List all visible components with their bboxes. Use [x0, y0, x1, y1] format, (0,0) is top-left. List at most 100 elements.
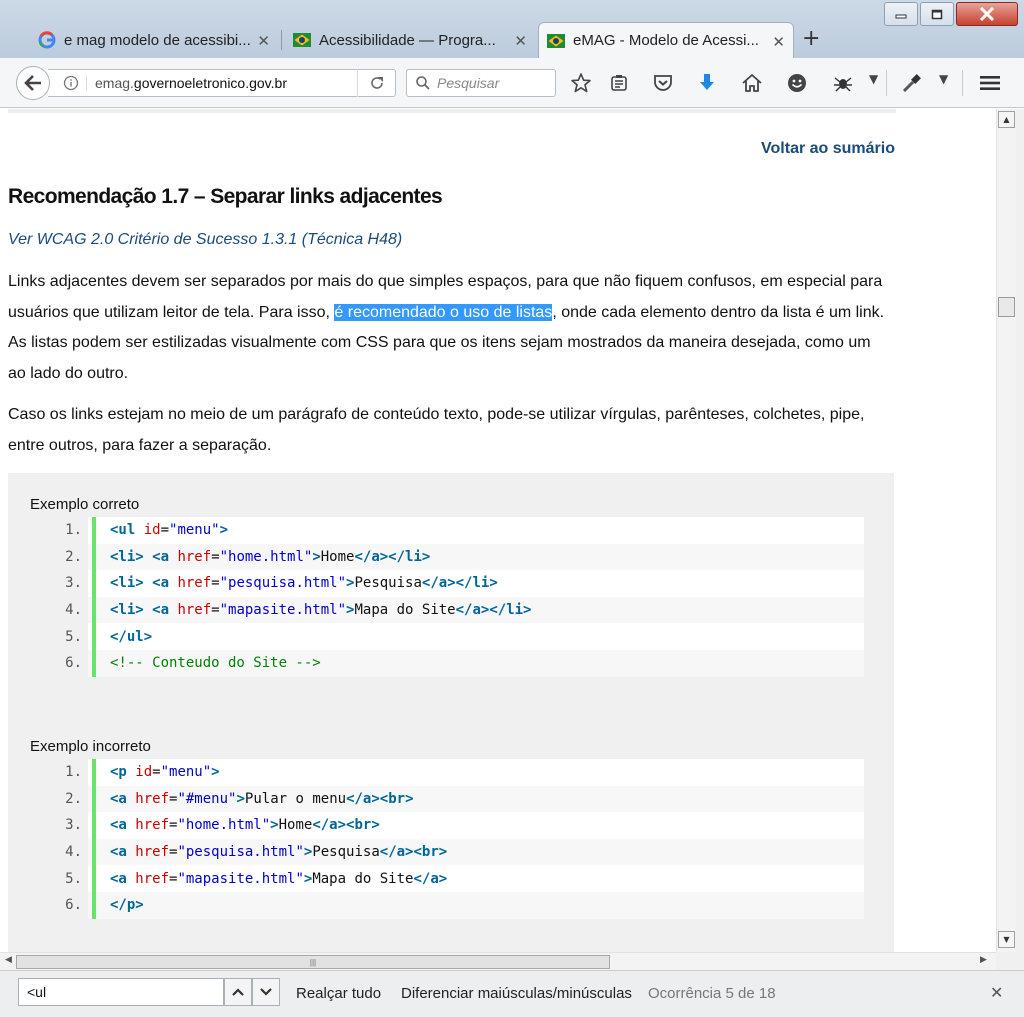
close-icon — [979, 7, 995, 21]
menu-button[interactable] — [977, 70, 1003, 96]
text-selection-highlight: é recomendado o uso de listas — [334, 303, 553, 321]
code-text: <a href="#menu">Pular o menu</a><br> — [96, 791, 414, 807]
close-icon[interactable]: ✕ — [514, 32, 527, 50]
reload-button[interactable] — [357, 69, 395, 97]
match-case-toggle[interactable]: Diferenciar maiúsculas/minúsculas — [401, 985, 632, 1002]
search-placeholder: Pesquisar — [437, 75, 500, 91]
chevron-down-icon[interactable]: ▼ — [869, 72, 878, 86]
code-token: <a — [110, 870, 136, 887]
code-token: Pesquisa — [354, 575, 422, 592]
smiley-icon — [788, 74, 806, 92]
tab-title: e mag modelo de acessibi... — [64, 31, 251, 49]
tab-strip: e mag modelo de acessibi... ✕ Acessibili… — [0, 0, 1024, 58]
horizontal-scrollbar[interactable]: ◀ ||| ▶ — [0, 952, 996, 970]
tab-google-search[interactable]: e mag modelo de acessibi... ✕ — [30, 22, 278, 58]
find-next-button[interactable] — [252, 978, 280, 1006]
code-line: 3. <li> <a href="pesquisa.html">Pesquisa<… — [30, 570, 864, 597]
back-to-summary-link[interactable]: Voltar ao sumário — [761, 140, 895, 158]
minimize-button[interactable] — [884, 2, 918, 26]
code-line: 1. <p id="menu"> — [30, 759, 864, 786]
close-icon[interactable]: ✕ — [772, 33, 785, 51]
chevron-down-icon[interactable]: ▼ — [939, 72, 948, 86]
line-number: 6. — [30, 891, 88, 919]
vertical-scroll-thumb[interactable] — [998, 297, 1015, 317]
line-number: 2. — [30, 543, 88, 571]
google-g-icon — [38, 31, 56, 49]
clipboard-icon — [611, 75, 627, 91]
code-examples-panel: Exemplo correto 1. <ul id="menu"> 2. <li> <… — [8, 473, 894, 952]
reading-list-button[interactable] — [606, 70, 632, 96]
close-icon[interactable]: ✕ — [990, 983, 1003, 1002]
feedback-button[interactable] — [784, 70, 810, 96]
scroll-down-button[interactable]: ▼ — [998, 931, 1015, 948]
code-line: 6. </p> — [30, 891, 864, 919]
url-text[interactable]: emag.governoeletronico.gov.br — [86, 75, 357, 91]
code-token: href — [135, 817, 170, 834]
code-token: </a></li> — [421, 575, 498, 592]
code-token: id — [143, 522, 161, 539]
code-token: id — [135, 764, 153, 781]
search-box[interactable]: Pesquisar — [406, 69, 556, 97]
search-icon — [416, 76, 430, 90]
url-prefix: emag. — [95, 75, 134, 91]
code-token: <li> <a — [110, 548, 178, 565]
toolbar-divider — [886, 70, 887, 96]
code-token: "#menu" — [177, 790, 237, 807]
code-line: 3. <a href="home.html">Home</a><br> — [30, 812, 864, 839]
find-input[interactable] — [18, 978, 224, 1006]
info-icon[interactable] — [56, 75, 86, 91]
scroll-right-icon[interactable]: ▶ — [980, 955, 987, 965]
code-text: </ul> — [96, 629, 152, 645]
top-divider — [8, 109, 896, 113]
code-token: href — [177, 602, 212, 619]
downloads-button[interactable] — [694, 70, 720, 96]
scroll-corner — [996, 952, 1024, 970]
line-number: 3. — [30, 812, 88, 839]
find-previous-button[interactable] — [224, 978, 252, 1006]
back-button[interactable] — [16, 66, 50, 100]
line-number: 1. — [30, 759, 88, 786]
code-token: <li> <a — [110, 575, 178, 592]
horizontal-scroll-thumb[interactable]: ||| — [16, 955, 610, 969]
pocket-button[interactable] — [650, 70, 676, 96]
paragraph-links-adjacentes: Links adjacentes devem ser separados por… — [8, 267, 888, 389]
scroll-left-icon[interactable]: ◀ — [5, 955, 12, 965]
code-token: <p — [110, 764, 136, 781]
eyedropper-button[interactable] — [899, 70, 925, 96]
eyedropper-icon — [902, 74, 921, 93]
url-bar[interactable]: emag.governoeletronico.gov.br — [48, 69, 396, 97]
maximize-button[interactable] — [920, 2, 954, 26]
home-button[interactable] — [739, 70, 765, 96]
close-icon[interactable]: ✕ — [257, 32, 270, 50]
wcag-criterion-link[interactable]: Ver WCAG 2.0 Critério de Sucesso 1.3.1 (… — [8, 231, 402, 249]
code-token: "pesquisa.html" — [177, 844, 304, 861]
tab-acessibilidade[interactable]: Acessibilidade — Progra... ✕ — [285, 22, 535, 58]
scroll-up-button[interactable]: ▲ — [998, 111, 1015, 128]
code-token: "pesquisa.html" — [219, 575, 347, 592]
code-text: <p id="menu"> — [96, 764, 220, 780]
tab-divider — [281, 30, 282, 50]
code-token: > — [236, 790, 245, 807]
code-text: <li> <a href="mapasite.html">Mapa do Sit… — [96, 602, 531, 618]
code-token: "menu" — [169, 522, 220, 539]
code-token: Home — [320, 548, 355, 565]
bookmark-star-button[interactable] — [568, 70, 594, 96]
extension-bug-button[interactable] — [830, 70, 856, 96]
tab-emag[interactable]: eMAG - Modelo de Acessi... ✕ — [538, 22, 794, 58]
code-text: <a href="mapasite.html">Mapa do Site</a> — [96, 871, 447, 887]
window-edge — [1016, 109, 1024, 970]
code-block-incorrect: 1. <p id="menu"> 2. <a href="#menu">Pular o… — [30, 759, 864, 919]
vertical-scrollbar[interactable]: ▲ ▼ — [996, 109, 1016, 952]
code-text: <a href="home.html">Home</a><br> — [96, 817, 380, 833]
code-text: <a href="pesquisa.html">Pesquisa</a><br> — [96, 844, 447, 860]
code-token: Mapa do Site — [354, 602, 456, 619]
highlight-all-toggle[interactable]: Realçar tudo — [296, 985, 381, 1002]
close-window-button[interactable] — [956, 2, 1018, 26]
line-number: 3. — [30, 570, 88, 597]
code-token: <a — [110, 844, 136, 861]
code-token: <!-- Conteudo do Site --> — [110, 655, 321, 672]
code-token: href — [135, 870, 170, 887]
code-token: </a> — [413, 870, 448, 887]
new-tab-button[interactable]: + — [802, 26, 820, 51]
code-text: </p> — [96, 897, 144, 913]
